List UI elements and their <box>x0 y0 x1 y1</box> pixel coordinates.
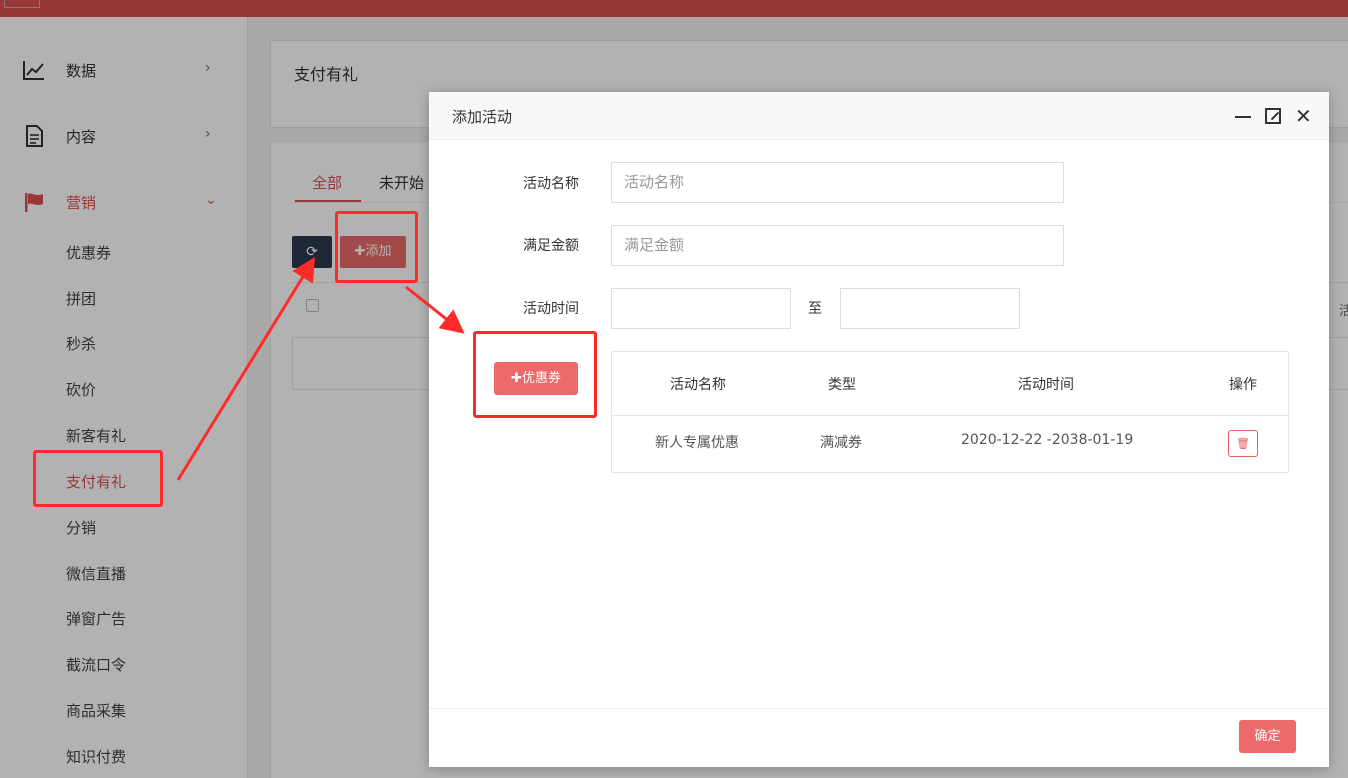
maximize-icon[interactable] <box>1265 108 1281 124</box>
column-header-type: 类型 <box>828 377 856 393</box>
dialog-header: 添加活动 ✕ <box>429 92 1329 140</box>
dialog-footer-divider <box>429 708 1329 709</box>
minimize-icon[interactable] <box>1235 116 1251 118</box>
add-activity-dialog: 添加活动 ✕ 活动名称 活动名称 满足金额 满足金额 活动时间 至 ✚优惠券 活… <box>429 92 1329 767</box>
close-icon[interactable]: ✕ <box>1295 104 1312 128</box>
coupon-time-cell: 2020-12-22 -2038-01-19 <box>961 432 1134 448</box>
amount-input[interactable]: 满足金额 <box>611 225 1064 266</box>
coupon-name-cell: 新人专属优惠 <box>655 435 739 451</box>
delete-button[interactable]: 🗑 <box>1228 430 1258 457</box>
activity-time-label: 活动时间 <box>523 301 579 317</box>
start-date-input[interactable] <box>611 288 791 329</box>
table-divider <box>612 415 1288 416</box>
coupon-type-cell: 满减券 <box>820 435 862 451</box>
column-header-name: 活动名称 <box>670 377 726 393</box>
dialog-title: 添加活动 <box>452 108 513 126</box>
coupon-table: 活动名称 类型 活动时间 操作 新人专属优惠 满减券 2020-12-22 -2… <box>611 351 1289 473</box>
date-range-separator: 至 <box>808 301 822 317</box>
activity-name-input[interactable]: 活动名称 <box>611 162 1064 203</box>
end-date-input[interactable] <box>840 288 1020 329</box>
annotation-box-coupon <box>473 331 597 418</box>
column-header-time: 活动时间 <box>1018 377 1074 393</box>
activity-name-label: 活动名称 <box>523 176 579 192</box>
confirm-button[interactable]: 确定 <box>1239 720 1296 753</box>
column-header-action: 操作 <box>1229 377 1257 393</box>
annotation-box-add <box>335 211 418 283</box>
annotation-box-payment-gift <box>33 450 163 507</box>
trash-icon: 🗑 <box>1236 437 1250 450</box>
amount-label: 满足金额 <box>523 238 579 254</box>
